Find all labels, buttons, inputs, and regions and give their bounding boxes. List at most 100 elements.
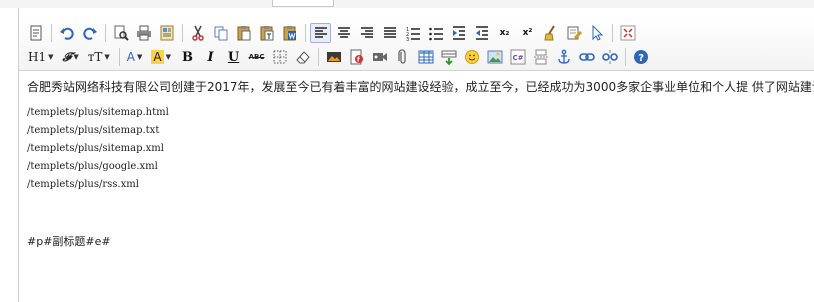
font-size-label: тT [87,50,103,64]
copy-button[interactable] [210,23,231,43]
bold-button[interactable]: B [177,47,198,67]
anchor-button[interactable] [553,47,574,67]
toolbar-separator [612,24,613,42]
superscript-button[interactable]: x² [517,23,538,43]
clean-format-button[interactable] [540,23,561,43]
intro-paragraph: 合肥秀站网络科技有限公司创建于2017年，发展至今已有着丰富的网站建设经验，成立… [27,80,814,94]
anchor-icon [557,49,570,64]
cut-button[interactable] [187,23,208,43]
cursor-icon [592,25,603,41]
ordered-list-button[interactable]: 123 [402,23,423,43]
heading-dropdown[interactable]: H1 ▼ [25,47,57,67]
eraser-icon [295,51,310,64]
undo-button[interactable] [56,23,77,43]
emoticon-button[interactable] [461,47,482,67]
paperclip-icon [397,49,406,64]
image-icon [326,52,341,62]
window-tab[interactable] [272,0,334,7]
select-all-button[interactable] [586,23,607,43]
preview-icon [114,25,129,41]
paste-icon [237,26,250,41]
insert-code-button[interactable]: C# [507,47,528,67]
strikethrough-label: ABC [248,53,265,61]
toolbar-separator [182,24,183,42]
align-left-button[interactable] [310,23,331,43]
undo-icon [59,27,74,40]
insert-row-button[interactable] [438,47,459,67]
flash-icon: f [350,49,363,65]
code-icon: C# [510,49,526,65]
heading-label: H1 [28,50,47,64]
toolbar-separator [318,48,320,66]
unlink-icon [601,50,618,64]
attachment-button[interactable] [392,47,413,67]
redo-button[interactable] [79,23,100,43]
window-top-strip [0,0,814,8]
paste-word-button[interactable] [279,23,300,43]
outdent-button[interactable] [471,23,492,43]
insert-video-button[interactable] [369,47,390,67]
fullscreen-button[interactable] [617,23,638,43]
toolbar-separator [625,48,627,66]
font-family-dropdown[interactable]: 𝓕 ▼ [60,47,82,67]
toolbar-row-1: 123 x₂ x² [25,22,640,44]
svg-text:3: 3 [406,37,409,41]
editor-toolbar: 123 x₂ x² H1 ▼ 𝓕 ▼ тT ▼ A ▼ A ▼ B I U AB… [19,16,814,71]
highlight-label: A [151,50,164,64]
font-color-label: A [126,50,136,64]
paste-button[interactable] [233,23,254,43]
format-painter-button[interactable] [563,23,584,43]
unlink-button[interactable] [599,47,620,67]
superscript-label: x² [522,28,533,38]
italic-button[interactable]: I [200,47,221,67]
paste-word-icon [283,26,296,41]
toolbar-row-2: H1 ▼ 𝓕 ▼ тT ▼ A ▼ A ▼ B I U ABC f C# ? [25,46,653,68]
underline-button[interactable]: U [223,47,244,67]
bullet-list-button[interactable] [425,23,446,43]
help-button[interactable]: ? [630,47,651,67]
cut-icon [191,25,204,41]
align-right-button[interactable] [356,23,377,43]
print-button[interactable] [133,23,154,43]
source-code-button[interactable] [25,23,46,43]
smiley-icon [464,50,479,64]
fullscreen-icon [620,25,635,41]
insert-row-icon [441,50,457,65]
link-button[interactable] [576,47,597,67]
svg-text:?: ? [638,53,644,64]
template-icon [160,25,173,41]
subtitle-marker: #p#副标题#e# [27,235,111,248]
insert-table-button[interactable] [415,47,436,67]
chevron-down-icon: ▼ [104,53,110,61]
video-icon [372,53,387,61]
table-icon [418,50,434,64]
indent-button[interactable] [448,23,469,43]
link-icon [578,53,595,61]
bullet-list-icon [428,27,443,41]
font-color-dropdown[interactable]: A ▼ [124,47,146,67]
path-line: /templets/plus/sitemap.html [27,107,169,118]
template-button[interactable] [156,23,177,43]
outdent-icon [475,26,488,40]
strikethrough-button[interactable]: ABC [246,47,267,67]
preview-button[interactable] [110,23,131,43]
paste-text-button[interactable] [256,23,277,43]
format-painter-icon [567,26,582,40]
svg-text:f: f [357,57,360,64]
indent-icon [452,26,465,40]
align-right-icon [360,27,373,38]
insert-flash-button[interactable]: f [346,47,367,67]
subscript-label: x₂ [499,28,510,38]
align-center-button[interactable] [333,23,354,43]
highlight-color-dropdown[interactable]: A ▼ [148,47,174,67]
table-border-button[interactable] [269,47,290,67]
path-line: /templets/plus/google.xml [27,161,158,172]
font-size-dropdown[interactable]: тT ▼ [85,47,113,67]
eraser-button[interactable] [292,47,313,67]
subscript-button[interactable]: x₂ [494,23,515,43]
align-justify-button[interactable] [379,23,400,43]
page-break-button[interactable] [530,47,551,67]
insert-image-button[interactable] [323,47,344,67]
paste-text-icon [260,26,273,41]
insert-picture-button[interactable] [484,47,505,67]
